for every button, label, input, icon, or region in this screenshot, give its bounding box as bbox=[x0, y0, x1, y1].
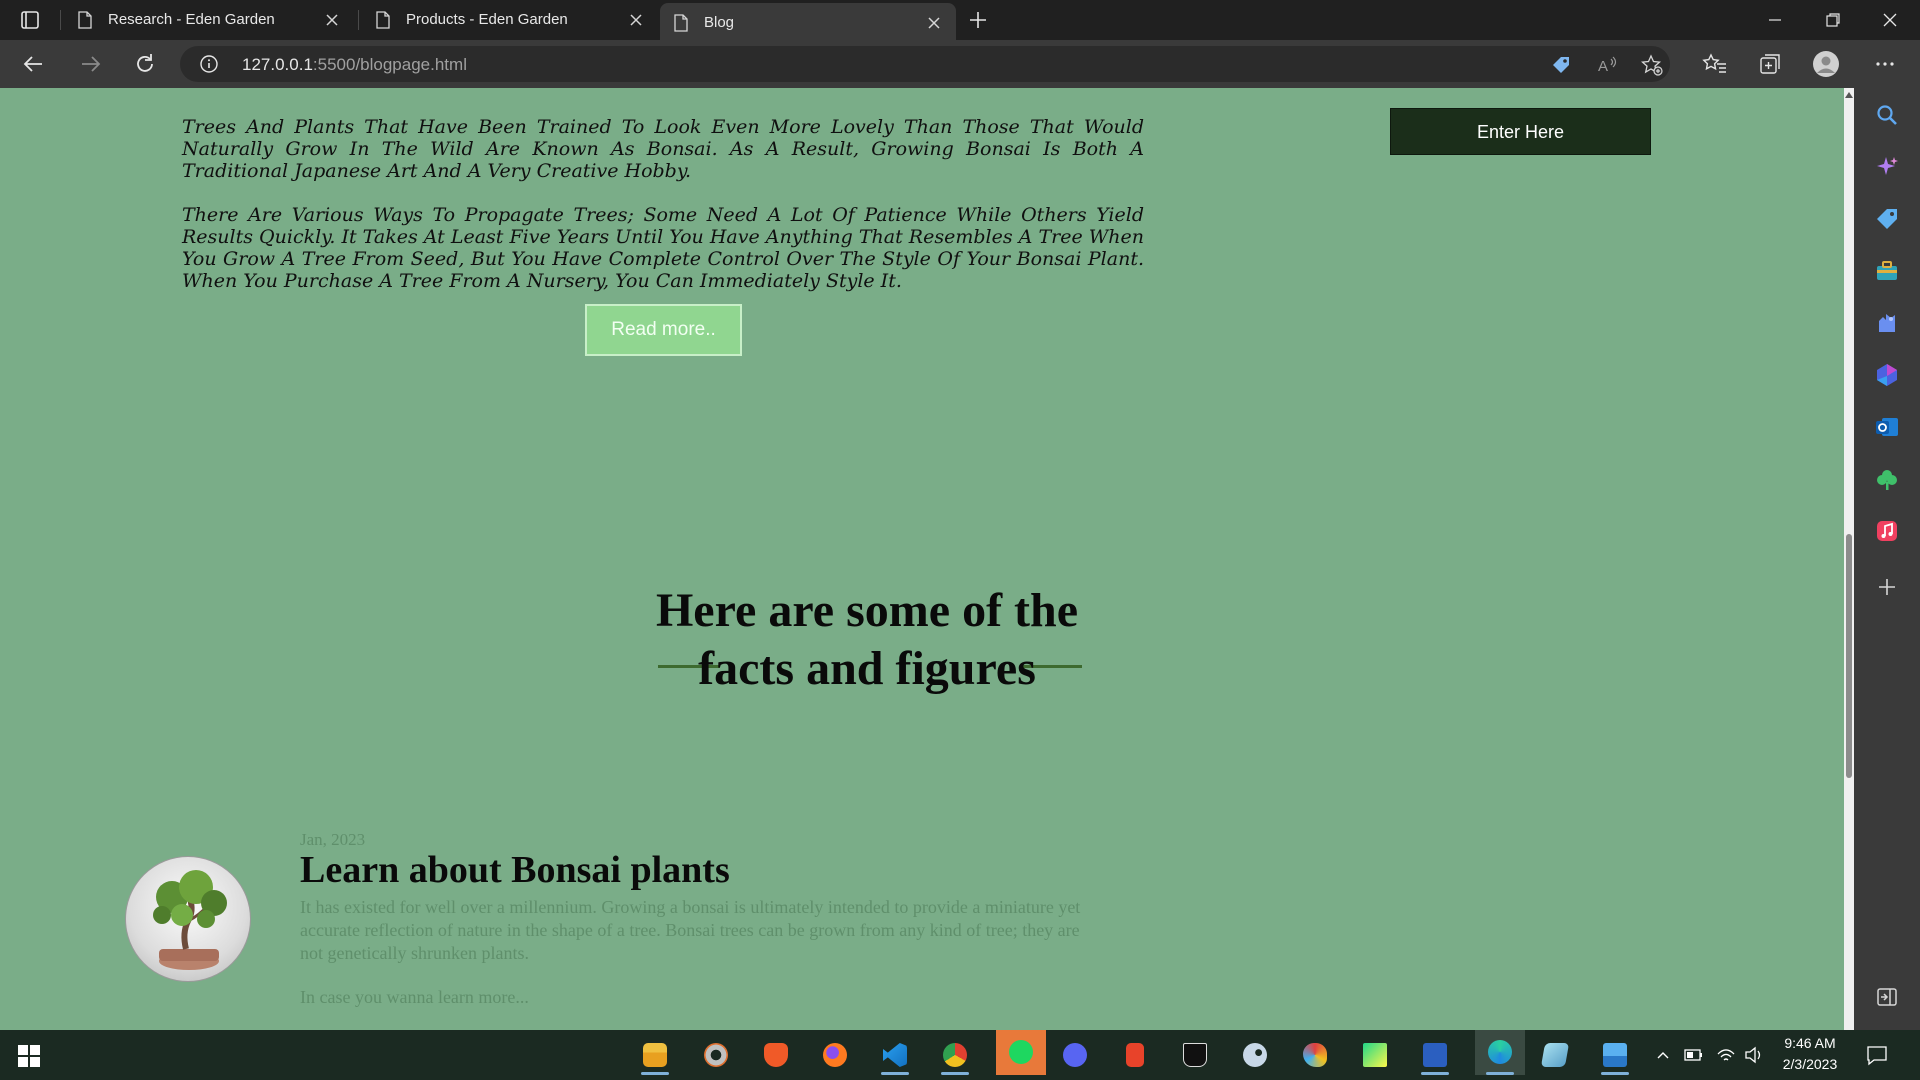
post-date: Jan, 2023 bbox=[300, 830, 366, 849]
shopping-tag-icon[interactable] bbox=[1550, 54, 1572, 76]
minimize-icon bbox=[1769, 19, 1781, 21]
windows-start-icon[interactable] bbox=[18, 1045, 40, 1067]
office-icon[interactable] bbox=[1115, 1035, 1155, 1075]
close-tab-icon[interactable] bbox=[926, 15, 942, 31]
epic-games-icon[interactable] bbox=[1175, 1035, 1215, 1075]
post-body: It has existed for well over a millenniu… bbox=[300, 897, 1081, 963]
tab-divider bbox=[60, 10, 61, 30]
restore-icon bbox=[1826, 13, 1840, 27]
scroll-up-arrow-icon[interactable] bbox=[1845, 92, 1853, 98]
close-tab-icon[interactable] bbox=[324, 12, 340, 28]
facts-heading: Here are some of the facts and figures bbox=[655, 584, 1079, 695]
file-explorer-icon[interactable] bbox=[635, 1035, 675, 1075]
tab-title: Products - Eden Garden bbox=[406, 11, 568, 28]
read-more-button[interactable]: Read more.. bbox=[585, 304, 742, 356]
edge-sidebar bbox=[1854, 88, 1920, 1030]
svg-text:A: A bbox=[1598, 58, 1608, 75]
tab-title: Blog bbox=[704, 14, 735, 31]
brave-icon[interactable] bbox=[756, 1035, 796, 1075]
chevron-up-icon[interactable] bbox=[1655, 1047, 1671, 1063]
tab-research[interactable]: Research - Eden Garden bbox=[64, 0, 354, 40]
browser-toolbar: 127.0.0.1:5500/blogpage.html A bbox=[0, 40, 1920, 88]
tab-divider bbox=[358, 10, 359, 30]
url-host: 127.0.0.1 bbox=[242, 55, 313, 74]
copilot-icon[interactable] bbox=[1874, 154, 1900, 180]
tab-blog[interactable]: Blog bbox=[660, 0, 956, 40]
tab-title: Research - Eden Garden bbox=[108, 11, 275, 28]
word-icon[interactable] bbox=[1415, 1035, 1455, 1075]
minimize-button[interactable] bbox=[1747, 0, 1805, 40]
learn-more-link[interactable]: In case you wanna learn more... bbox=[300, 987, 529, 1008]
wifi-icon[interactable] bbox=[1716, 1046, 1736, 1064]
media-player-icon[interactable] bbox=[696, 1035, 736, 1075]
photos-icon[interactable] bbox=[1595, 1035, 1635, 1075]
more-options-icon[interactable] bbox=[1871, 50, 1899, 78]
url-path: :5500/blogpage.html bbox=[312, 55, 467, 74]
chrome-icon[interactable] bbox=[935, 1035, 975, 1075]
back-icon[interactable] bbox=[20, 50, 48, 78]
outlook-icon[interactable] bbox=[1874, 414, 1900, 440]
url-text[interactable]: 127.0.0.1:5500/blogpage.html bbox=[242, 55, 467, 75]
office-icon[interactable] bbox=[1874, 362, 1900, 388]
shopping-tag-icon[interactable] bbox=[1874, 206, 1900, 232]
page-scrollbar[interactable] bbox=[1844, 88, 1854, 1030]
page-viewport: Trees And Plants That Have Been Trained … bbox=[0, 88, 1844, 1030]
forward-icon[interactable] bbox=[76, 50, 104, 78]
enter-here-button[interactable]: Enter Here bbox=[1390, 108, 1651, 155]
tab-products[interactable]: Products - Eden Garden bbox=[362, 0, 658, 40]
clock-date[interactable]: 2/3/2023 bbox=[1775, 1056, 1845, 1072]
bonsai-icon bbox=[153, 870, 227, 970]
profile-avatar-icon[interactable] bbox=[1812, 50, 1840, 78]
restore-button[interactable] bbox=[1805, 0, 1863, 40]
close-icon bbox=[1883, 13, 1897, 27]
close-tab-icon[interactable] bbox=[628, 12, 644, 28]
pycharm-icon[interactable] bbox=[1355, 1035, 1395, 1075]
bonsai-image bbox=[125, 856, 251, 982]
intro-text: Trees And Plants That Have Been Trained … bbox=[182, 116, 1144, 292]
music-icon[interactable] bbox=[1874, 518, 1900, 544]
close-window-button[interactable] bbox=[1862, 0, 1920, 40]
discord-icon[interactable] bbox=[1055, 1035, 1095, 1075]
new-tab-icon[interactable] bbox=[966, 8, 990, 32]
page-icon bbox=[78, 11, 92, 29]
add-favorite-icon[interactable] bbox=[1641, 54, 1663, 76]
battery-icon[interactable] bbox=[1684, 1047, 1704, 1063]
title-bar: Research - Eden Garden Products - Eden G… bbox=[0, 0, 1920, 40]
post-title[interactable]: Learn about Bonsai plants bbox=[300, 848, 730, 892]
notifications-icon[interactable] bbox=[1866, 1044, 1888, 1066]
address-bar[interactable]: 127.0.0.1:5500/blogpage.html A bbox=[180, 46, 1670, 82]
vscode-icon[interactable] bbox=[875, 1035, 915, 1075]
refresh-icon[interactable] bbox=[131, 50, 159, 78]
paint-icon[interactable] bbox=[1295, 1035, 1335, 1075]
firefox-icon[interactable] bbox=[815, 1035, 855, 1075]
read-aloud-icon[interactable]: A bbox=[1596, 54, 1618, 76]
games-icon[interactable] bbox=[1874, 310, 1900, 336]
page-icon bbox=[674, 14, 688, 32]
hide-sidebar-icon[interactable] bbox=[1874, 984, 1900, 1010]
info-icon[interactable] bbox=[200, 55, 218, 73]
notepad-icon[interactable] bbox=[1535, 1035, 1575, 1075]
steam-icon[interactable] bbox=[1235, 1035, 1275, 1075]
page-icon bbox=[376, 11, 390, 29]
clock-time[interactable]: 9:46 AM bbox=[1775, 1035, 1845, 1051]
tools-icon[interactable] bbox=[1874, 258, 1900, 284]
tree-icon[interactable] bbox=[1874, 466, 1900, 492]
tab-actions-icon[interactable] bbox=[14, 8, 46, 32]
collections-icon[interactable] bbox=[1756, 50, 1784, 78]
intro-paragraph: There Are Various Ways To Propagate Tree… bbox=[182, 204, 1144, 292]
windows-taskbar: 9:46 AM 2/3/2023 bbox=[0, 1030, 1920, 1080]
add-icon[interactable] bbox=[1874, 574, 1900, 600]
intro-paragraph: Trees And Plants That Have Been Trained … bbox=[182, 116, 1144, 182]
favorites-icon[interactable] bbox=[1701, 50, 1729, 78]
scroll-thumb[interactable] bbox=[1846, 534, 1852, 778]
edge-icon[interactable] bbox=[1475, 1030, 1525, 1075]
volume-icon[interactable] bbox=[1744, 1046, 1764, 1064]
search-icon[interactable] bbox=[1874, 102, 1900, 128]
spotify-icon[interactable] bbox=[996, 1030, 1046, 1075]
